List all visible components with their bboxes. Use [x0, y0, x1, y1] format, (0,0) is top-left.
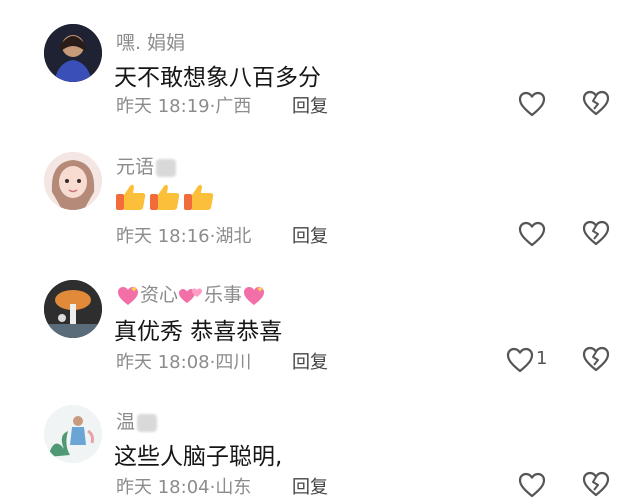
dislike-button[interactable]: [582, 471, 610, 499]
comment-meta: 昨天 18:19·广西: [116, 92, 251, 118]
comment-location: 湖北: [215, 226, 252, 247]
heart-icon: [518, 221, 546, 247]
avatar-photo: [44, 152, 102, 210]
username-text: 温: [116, 411, 136, 433]
like-button[interactable]: [518, 471, 548, 499]
username[interactable]: 资心 乐事: [116, 280, 266, 307]
comment-text: 真优秀 恭喜恭喜: [114, 319, 283, 345]
comment-meta: 昨天 18:04·山东: [116, 473, 251, 499]
obscured-text: [137, 413, 158, 432]
sparkling-heart-icon: [242, 285, 266, 307]
comment-location: 四川: [215, 352, 252, 373]
avatar-photo: [44, 24, 102, 82]
comment-time: 昨天 18:04: [116, 477, 210, 498]
broken-heart-icon: [582, 90, 610, 116]
comment-time: 昨天 18:16: [116, 226, 210, 247]
like-button[interactable]: [506, 346, 536, 374]
broken-heart-icon: [582, 346, 610, 372]
comment-time: 昨天 18:19: [116, 96, 210, 117]
comment-text: 天不敢想象八百多分: [114, 65, 321, 91]
reply-button[interactable]: 回复: [292, 473, 328, 499]
broken-heart-icon: [582, 220, 610, 246]
comment-time: 昨天 18:08: [116, 352, 210, 373]
comment-meta: 昨天 18:16·湖北: [116, 222, 251, 248]
username[interactable]: 温: [116, 407, 159, 434]
two-hearts-icon: [178, 285, 204, 307]
like-count: 1: [536, 348, 548, 369]
comment-text: 这些人脑子聪明,: [114, 444, 283, 470]
comment-meta: 昨天 18:08·四川: [116, 348, 251, 374]
sparkling-heart-icon: [116, 285, 140, 307]
like-button[interactable]: [518, 90, 548, 118]
broken-heart-icon: [582, 471, 610, 497]
reply-button[interactable]: 回复: [292, 222, 328, 248]
heart-icon: [518, 91, 546, 117]
comment-item: 元语 昨天 18:16·湖北 回复: [0, 130, 640, 260]
username-text: 资心: [140, 284, 179, 306]
reply-button[interactable]: 回复: [292, 92, 328, 118]
avatar-photo: [44, 280, 102, 338]
obscured-text: [156, 158, 177, 177]
user-avatar[interactable]: [44, 152, 102, 210]
thumbs-up-icon: [114, 182, 148, 212]
reply-button[interactable]: 回复: [292, 348, 328, 374]
username-text: 乐事: [204, 284, 243, 306]
thumbs-up-icon: [182, 182, 216, 212]
username[interactable]: 元语: [116, 152, 178, 179]
user-avatar[interactable]: [44, 280, 102, 338]
username-text: 元语: [116, 156, 155, 178]
heart-icon: [506, 347, 534, 373]
user-avatar[interactable]: [44, 405, 102, 463]
comment-location: 广西: [215, 96, 252, 117]
dislike-button[interactable]: [582, 90, 610, 118]
comment-item: 资心 乐事 真优秀 恭喜恭喜 昨天 18:08·四川 回复 1: [0, 260, 640, 385]
thumbs-up-icon: [148, 182, 182, 212]
user-avatar[interactable]: [44, 24, 102, 82]
dislike-button[interactable]: [582, 346, 610, 374]
comment-text: [114, 182, 216, 212]
like-button[interactable]: [518, 220, 548, 248]
username[interactable]: 嘿. 娟娟: [116, 28, 185, 55]
heart-icon: [518, 472, 546, 498]
dislike-button[interactable]: [582, 220, 610, 248]
comment-item: 温 这些人脑子聪明, 昨天 18:04·山东 回复: [0, 385, 640, 502]
comment-location: 山东: [215, 477, 252, 498]
comment-item: 嘿. 娟娟 天不敢想象八百多分 昨天 18:19·广西 回复: [0, 0, 640, 130]
avatar-photo: [44, 405, 102, 463]
